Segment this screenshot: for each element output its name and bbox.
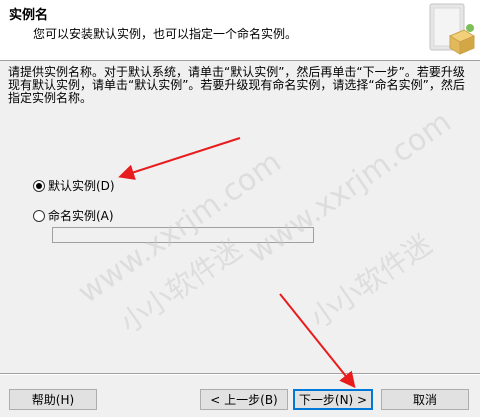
default-instance-label[interactable]: 默认实例(D): [48, 177, 115, 194]
wizard-content: 请提供实例名称。对于默认系统，请单击“默认实例”，然后再单击“下一步”。若要升级…: [0, 61, 480, 371]
instance-name-input[interactable]: [52, 227, 314, 243]
cancel-button[interactable]: 取消: [381, 389, 469, 410]
default-instance-radio[interactable]: 默认实例(D): [33, 177, 115, 194]
wizard-header: 实例名 您可以安装默认实例，也可以指定一个命名实例。: [0, 0, 480, 61]
help-button[interactable]: 帮助(H): [9, 389, 97, 410]
named-instance-label[interactable]: 命名实例(A): [48, 207, 114, 224]
named-instance-radio[interactable]: 命名实例(A): [33, 207, 114, 224]
install-box-icon: [429, 3, 476, 55]
back-button[interactable]: < 上一步(B): [200, 389, 288, 410]
radio-checked-icon[interactable]: [33, 179, 45, 192]
page-subtitle: 您可以安装默认实例，也可以指定一个命名实例。: [33, 27, 298, 41]
next-button[interactable]: 下一步(N) >: [293, 389, 373, 410]
radio-unchecked-icon[interactable]: [33, 209, 45, 222]
page-title: 实例名: [9, 8, 49, 23]
footer-separator: [0, 373, 480, 375]
instructions-text: 请提供实例名称。对于默认系统，请单击“默认实例”，然后再单击“下一步”。若要升级…: [8, 65, 465, 105]
